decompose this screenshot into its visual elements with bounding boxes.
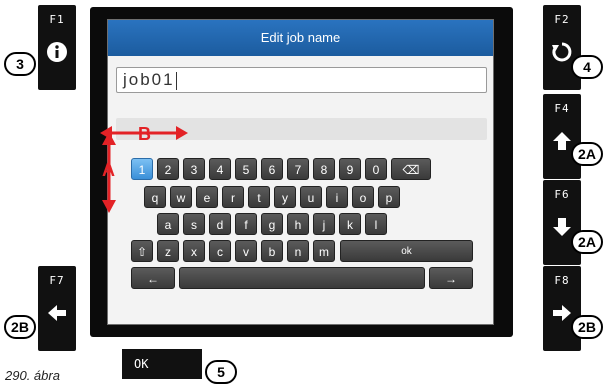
badge-2a-bottom: 2A <box>571 230 603 254</box>
badge-2b-left: 2B <box>4 315 36 339</box>
annotation-overlay: B A <box>100 124 188 213</box>
badge-3: 3 <box>4 52 36 76</box>
badge-2a-top: 2A <box>571 142 603 166</box>
figure-caption: 290. ábra <box>5 368 60 383</box>
label-a: A <box>102 160 115 180</box>
label-b: B <box>138 124 151 144</box>
badge-5: 5 <box>205 360 237 384</box>
ok-softkey[interactable]: OK <box>122 349 202 379</box>
badge-2b-right: 2B <box>571 315 603 339</box>
figure-stage: F1 F7 F2 F4 F6 F8 Edit job name job01 1 … <box>0 0 606 387</box>
badge-4: 4 <box>571 55 603 79</box>
